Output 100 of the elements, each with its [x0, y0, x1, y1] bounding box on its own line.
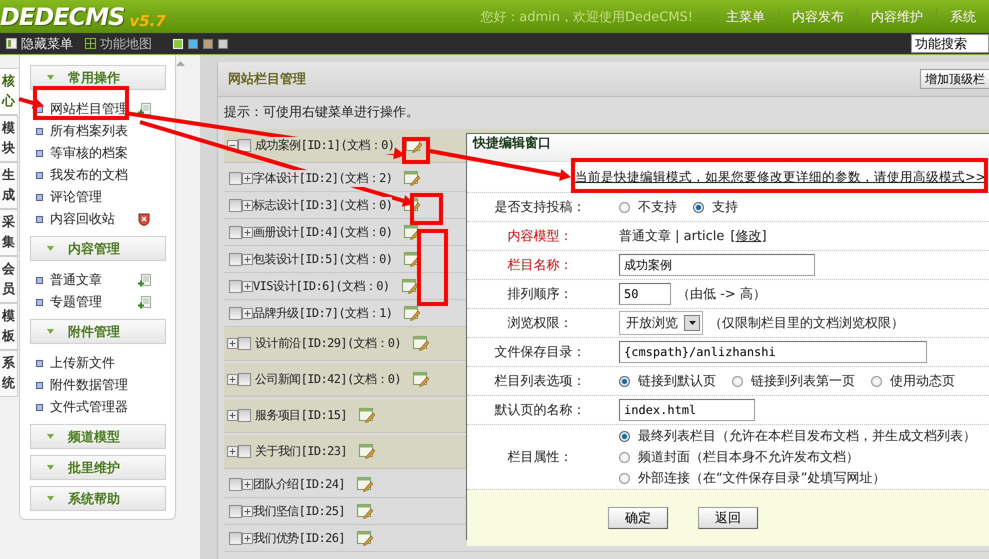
dialog-button[interactable]: 确定 — [608, 507, 668, 529]
radio-button[interactable] — [732, 376, 743, 386]
checkbox[interactable] — [229, 306, 242, 320]
radio-label[interactable]: 最终列表栏目（允许在本栏目发布文档，并生成文档列表） — [638, 427, 976, 445]
radio-label[interactable]: 链接到默认页 — [638, 372, 716, 390]
menu-item[interactable]: 专题管理 — [50, 293, 138, 311]
menu-item[interactable]: 普通文章 — [50, 271, 138, 289]
checkbox[interactable] — [229, 280, 242, 292]
checkbox[interactable] — [238, 409, 251, 422]
add-category-button[interactable]: 增加顶级栏 — [920, 69, 989, 89]
search-field[interactable]: 功能搜索 — [911, 34, 989, 53]
expand-toggle[interactable] — [242, 226, 253, 238]
radio-button[interactable] — [871, 376, 882, 386]
checkbox[interactable] — [238, 445, 251, 458]
category-name[interactable]: 服务项目[ID:15] — [255, 407, 347, 424]
theme-swatch[interactable] — [188, 38, 198, 48]
expand-toggle[interactable] — [242, 532, 253, 544]
menu-group-header[interactable]: 系统帮助 — [30, 486, 166, 511]
category-name[interactable]: 公司新闻[ID:42](文档：0) — [255, 371, 402, 388]
text-field[interactable]: index.html — [619, 399, 755, 421]
side-tab[interactable]: 生成 — [0, 162, 18, 209]
theme-swatch[interactable] — [218, 38, 228, 48]
radio-button[interactable] — [693, 202, 704, 212]
expand-toggle[interactable] — [227, 374, 238, 385]
side-tab[interactable]: 会员 — [0, 256, 18, 303]
menu-group-header[interactable]: 附件管理 — [30, 319, 166, 344]
menu-item[interactable]: 上传新文件 — [50, 354, 138, 372]
radio-label[interactable]: 外部连接（在“文件保存目录”处填写网址） — [638, 469, 886, 487]
delete-icon[interactable] — [138, 212, 150, 226]
dialog-button[interactable]: 返回 — [698, 507, 758, 529]
theme-swatch[interactable] — [203, 38, 213, 48]
edit-icon[interactable] — [356, 504, 373, 518]
side-tab[interactable]: 模块 — [0, 115, 18, 162]
side-tab[interactable]: 模板 — [0, 303, 18, 350]
radio-button[interactable] — [619, 202, 630, 212]
text-field[interactable]: {cmspath}/anlizhanshi — [619, 341, 927, 363]
add-page-icon[interactable] — [138, 274, 151, 286]
edit-icon[interactable] — [356, 530, 373, 546]
add-page-icon[interactable] — [138, 102, 151, 116]
side-tab[interactable]: 采集 — [0, 209, 18, 256]
advanced-mode-link[interactable]: 当前是快捷编辑模式，如果您要修改更详细的参数，请使用高级模式>> — [575, 168, 986, 186]
checkbox[interactable] — [238, 139, 251, 152]
checkbox[interactable] — [229, 226, 242, 238]
menu-item[interactable]: 附件数据管理 — [50, 376, 138, 394]
expand-toggle[interactable] — [242, 254, 253, 264]
category-name[interactable]: 我们优势[ID:26] — [253, 530, 345, 546]
checkbox[interactable] — [229, 172, 242, 184]
radio-label[interactable]: 链接到列表第一页 — [751, 372, 855, 390]
category-name[interactable]: 我们坚信[ID:25] — [253, 502, 345, 520]
category-name[interactable]: 关于我们[ID:23] — [255, 443, 347, 460]
expand-toggle[interactable] — [242, 280, 253, 292]
menu-item[interactable]: 评论管理 — [50, 188, 138, 206]
edit-link[interactable]: [修改] — [730, 227, 767, 245]
edit-icon[interactable] — [413, 372, 430, 387]
checkbox[interactable] — [238, 337, 251, 350]
category-name[interactable]: 成功案例[ID:1](文档：0) — [255, 137, 394, 154]
toolbar-button[interactable]: 功能地图 — [79, 34, 158, 52]
category-name[interactable]: VIS设计[ID:6](文档：0) — [253, 278, 390, 294]
radio-button[interactable] — [619, 452, 630, 462]
checkbox[interactable] — [229, 504, 242, 518]
edit-icon[interactable] — [356, 476, 373, 492]
checkbox[interactable] — [229, 252, 242, 266]
category-name[interactable]: 设计前沿[ID:29](文档：0) — [255, 335, 402, 352]
radio-label[interactable]: 不支持 — [638, 198, 677, 216]
category-name[interactable]: 标志设计[ID:3](文档：0) — [253, 196, 392, 214]
checkbox[interactable] — [229, 198, 242, 212]
category-name[interactable]: 团队介绍[ID:24] — [253, 476, 345, 492]
menu-item[interactable]: 我发布的文档 — [50, 166, 138, 184]
menu-item[interactable]: 文件式管理器 — [50, 398, 138, 416]
radio-button[interactable] — [619, 472, 630, 484]
radio-button[interactable] — [619, 376, 630, 386]
expand-toggle[interactable] — [242, 172, 253, 184]
expand-toggle[interactable] — [227, 446, 238, 457]
edit-icon[interactable] — [358, 444, 375, 459]
menu-item[interactable]: 所有档案列表 — [50, 122, 138, 140]
expand-toggle[interactable] — [227, 410, 238, 421]
toolbar-button[interactable]: 隐藏菜单 — [0, 34, 79, 52]
edit-icon[interactable] — [404, 224, 420, 240]
category-name[interactable]: 字体设计[ID:2](文档：2) — [253, 170, 392, 186]
expand-toggle[interactable] — [242, 506, 253, 516]
menu-item[interactable]: 等审核的档案 — [50, 144, 138, 162]
radio-label[interactable]: 使用动态页 — [890, 372, 955, 390]
expand-toggle[interactable] — [242, 308, 253, 318]
menu-group-header[interactable]: 频道模型 — [30, 424, 166, 449]
edit-icon[interactable] — [404, 170, 420, 186]
checkbox[interactable] — [229, 478, 242, 490]
menu-item[interactable]: 内容回收站 — [50, 210, 138, 228]
text-field[interactable]: 成功案例 — [619, 254, 815, 276]
radio-button[interactable] — [619, 430, 630, 442]
checkbox[interactable] — [229, 532, 242, 544]
expand-toggle[interactable] — [242, 478, 253, 490]
edit-icon[interactable] — [402, 278, 418, 294]
side-tab[interactable]: 系统 — [0, 350, 18, 397]
radio-label[interactable]: 频道封面（栏目本身不允许发布文档） — [638, 448, 859, 466]
text-field[interactable]: 50 — [619, 283, 671, 305]
menu-group-header[interactable]: 批里维护 — [30, 455, 166, 480]
category-name[interactable]: 品牌升级[ID:7](文档：1) — [253, 304, 392, 322]
category-name[interactable]: 包装设计[ID:5](文档：0) — [253, 250, 392, 268]
menu-group-header[interactable]: 内容管理 — [30, 236, 166, 261]
category-name[interactable]: 画册设计[ID:4](文档：0) — [253, 224, 392, 240]
